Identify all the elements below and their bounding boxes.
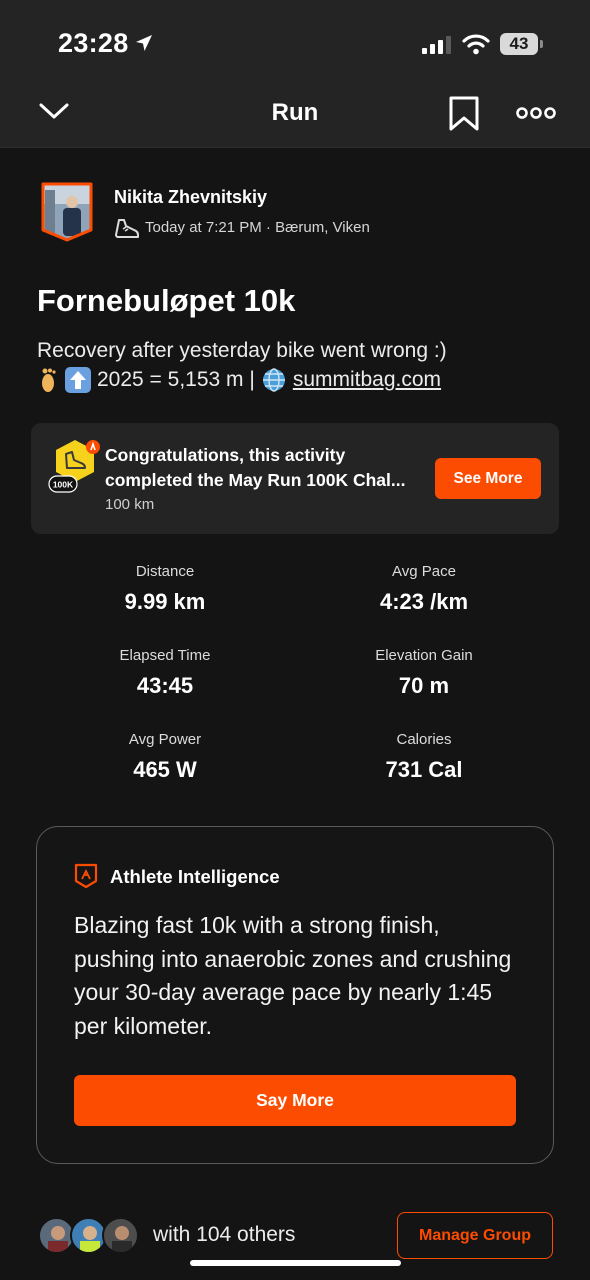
athlete-name[interactable]: Nikita Zhevnitskiy	[114, 187, 267, 208]
say-more-button[interactable]: Say More	[74, 1075, 516, 1126]
cellular-signal-icon	[422, 36, 451, 54]
athlete-intelligence-title: Athlete Intelligence	[110, 866, 280, 887]
challenge-message: Congratulations, this activity completed…	[105, 445, 406, 490]
status-time: 23:28	[58, 28, 129, 58]
group-avatars[interactable]	[38, 1217, 139, 1255]
stat-label: Elevation Gain	[375, 647, 473, 664]
activity-description-line2: 2025 = 5,153 m | summitbag.com	[37, 367, 441, 393]
more-options-icon[interactable]	[516, 104, 556, 122]
stat-value: 70 m	[398, 673, 450, 698]
stat-label: Avg Power	[128, 731, 202, 748]
bookmark-icon[interactable]	[448, 96, 480, 132]
stat-calories: Calories 731 Cal	[294, 731, 554, 783]
stat-value: 9.99 km	[124, 589, 206, 614]
stat-label: Calories	[396, 731, 452, 748]
stat-label: Distance	[135, 563, 195, 580]
athlete-intelligence-icon	[74, 863, 98, 889]
stat-value: 4:23 /km	[379, 589, 469, 614]
manage-group-button[interactable]: Manage Group	[397, 1212, 553, 1259]
page-title: Run	[271, 99, 319, 126]
footprint-icon	[42, 368, 56, 392]
stat-value: 43:45	[136, 673, 194, 698]
see-more-button[interactable]: See More	[435, 458, 541, 499]
athlete-avatar[interactable]	[39, 182, 95, 242]
stat-distance: Distance 9.99 km	[35, 563, 295, 615]
activity-description: Recovery after yesterday bike went wrong…	[37, 339, 447, 362]
up-arrow-icon	[65, 367, 91, 393]
athlete-intelligence-summary: Blazing fast 10k with a strong finish, p…	[74, 912, 512, 1039]
stat-elapsed-time: Elapsed Time 43:45	[35, 647, 295, 699]
challenge-distance: 100 km	[105, 496, 155, 513]
stat-value: 731 Cal	[385, 757, 463, 782]
battery-nub	[540, 40, 543, 48]
summitbag-link[interactable]: summitbag.com	[293, 368, 441, 392]
badge-label: 100K	[53, 480, 74, 490]
home-indicator	[190, 1260, 401, 1266]
activity-meta: Today at 7:21 PM · Bærum, Viken	[145, 219, 370, 236]
wifi-icon	[462, 34, 490, 55]
battery-indicator: 43	[500, 33, 538, 55]
stat-avg-power: Avg Power 465 W	[35, 731, 295, 783]
stat-elevation-gain: Elevation Gain 70 m	[294, 647, 554, 699]
stat-avg-pace: Avg Pace 4:23 /km	[294, 563, 554, 615]
activity-title: Fornebuløpet 10k	[37, 283, 296, 318]
stat-label: Avg Pace	[392, 563, 456, 580]
group-count-text[interactable]: with 104 others	[153, 1223, 295, 1247]
group-avatar	[102, 1217, 139, 1254]
challenge-badge-icon: 100K	[48, 440, 100, 493]
location-arrow-icon	[136, 35, 152, 51]
stat-label: Elapsed Time	[119, 647, 211, 664]
elevation-text: 2025 = 5,153 m |	[97, 368, 255, 391]
globe-icon	[262, 368, 285, 392]
stat-value: 465 W	[133, 757, 197, 782]
running-shoe-icon	[115, 219, 139, 238]
